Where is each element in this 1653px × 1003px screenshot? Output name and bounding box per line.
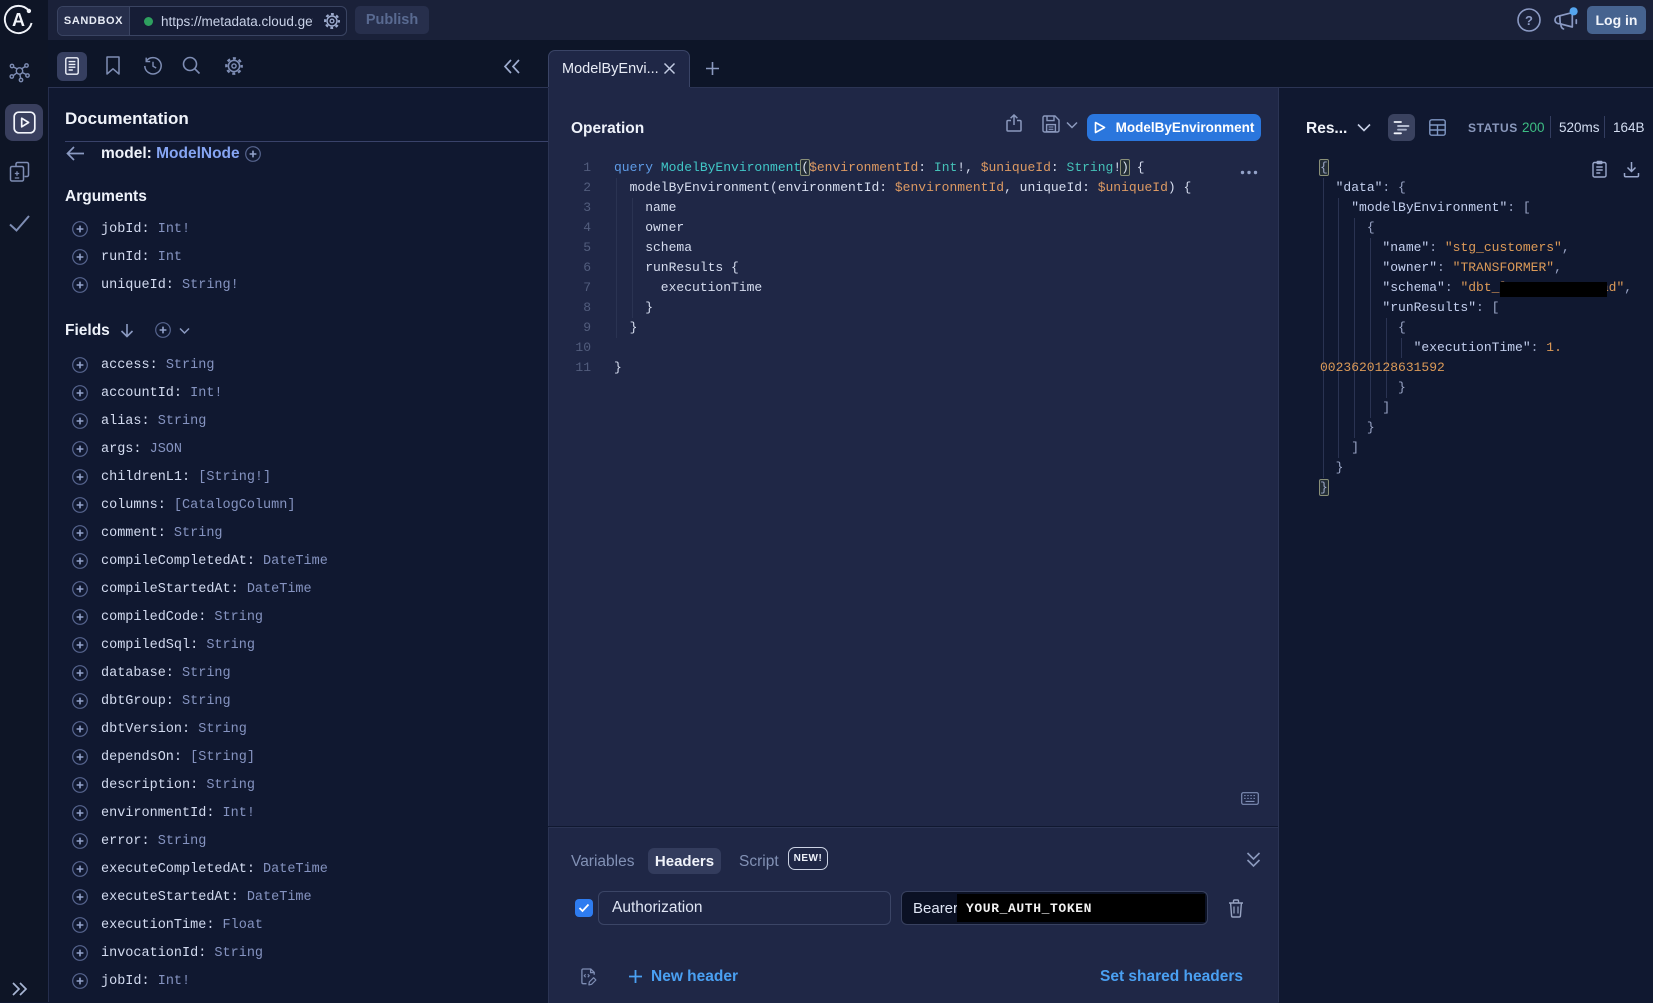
svg-text:A: A xyxy=(12,10,25,30)
svg-text:?: ? xyxy=(1525,13,1533,28)
